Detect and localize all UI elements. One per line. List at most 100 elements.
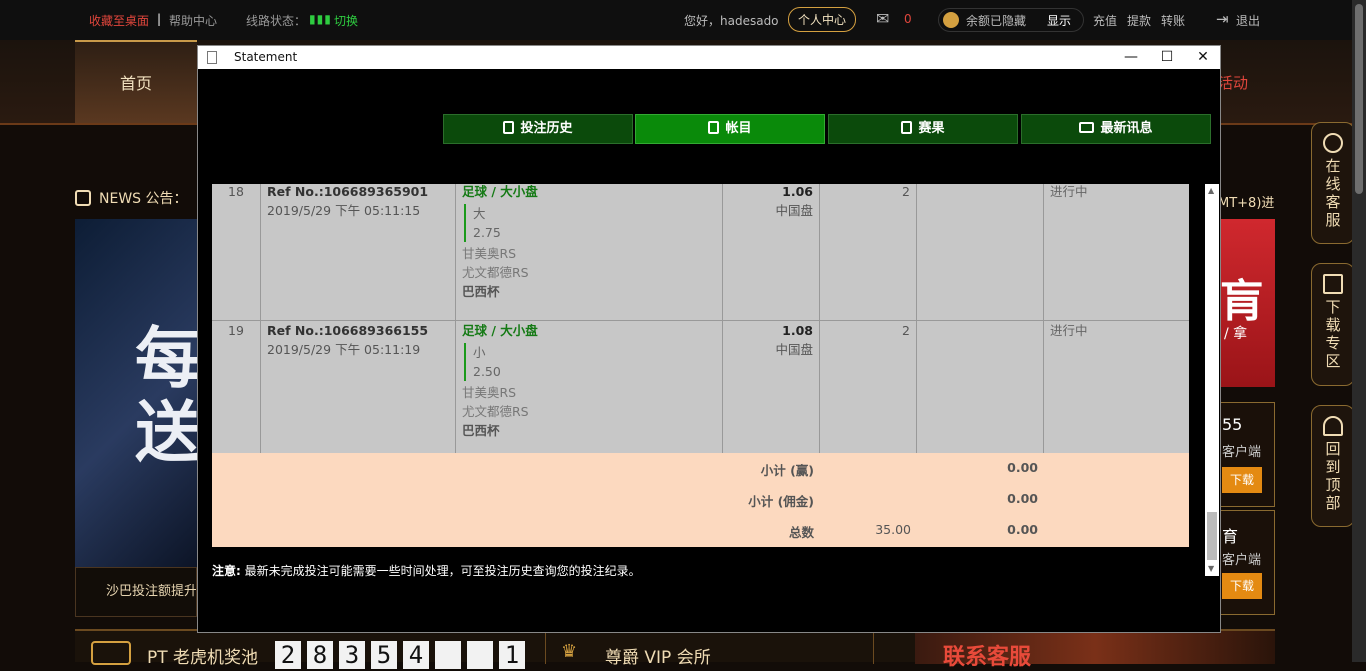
jackpot-digit: 3 [339, 641, 365, 669]
download-button-1[interactable]: 下载 [1222, 467, 1262, 493]
line-status-label: 线路状态： [246, 14, 307, 28]
statement-scrollbar-thumb[interactable] [1207, 512, 1217, 560]
signal-icon: ▮▮▮ [309, 12, 332, 26]
site-topbar: 收藏至桌面 | 帮助中心 线路状态： ▮▮▮ 切换 您好，hadesado 个人… [0, 0, 1366, 40]
subtotal-commission-row: 小计 (佣金) 0.00 [212, 491, 1189, 511]
tab-label: 赛果 [918, 121, 945, 136]
download-zone-button[interactable]: 下载专区 [1311, 263, 1355, 386]
notice: 注意: 最新未完成投注可能需要一些时间处理，可至投注历史查询您的投注纪录。 [212, 562, 641, 579]
deposit-link[interactable]: 充值 [1093, 12, 1117, 29]
download-button-2[interactable]: 下载 [1222, 573, 1262, 599]
switch-link[interactable]: 切换 [334, 12, 358, 29]
crown-icon: ♛ [561, 641, 578, 662]
back-to-top-button[interactable]: 回到顶部 [1311, 405, 1355, 527]
client-box-1-title: 55 [1222, 415, 1243, 434]
envelope-icon [1079, 122, 1095, 133]
odds-type: 中国盘 [775, 342, 813, 357]
ledger-icon [708, 121, 720, 134]
bet-status: 进行中 [1050, 184, 1088, 199]
away-team: 尤文都德RS [462, 265, 529, 280]
window-title: Statement [234, 50, 298, 64]
selection: 大 [473, 206, 486, 221]
total-stake: 35.00 [875, 522, 911, 537]
summary-section: 小计 (赢) 0.00 小计 (佣金) 0.00 总数 35.00 0.00 [212, 453, 1189, 547]
logout-icon[interactable]: ⇥ [1216, 10, 1229, 28]
stake: 2 [820, 321, 917, 460]
league: 巴西杯 [462, 423, 500, 438]
scoreboard-icon [901, 121, 913, 134]
row-number: 19 [212, 321, 261, 460]
odds-type: 中国盘 [775, 203, 813, 218]
client-box-1-sub: 客户端 [1222, 445, 1262, 460]
statement-window: Statement — ☐ ✕ 投注历史 帐目 赛果 最新讯息 18 Ref N… [197, 45, 1221, 633]
banner-caption[interactable]: 沙巴投注额提升 [75, 567, 197, 617]
close-button[interactable]: ✕ [1188, 47, 1218, 67]
document-icon [207, 51, 217, 64]
jackpot-digit: 8 [307, 641, 333, 669]
tab-latest-news[interactable]: 最新讯息 [1021, 114, 1211, 144]
jackpot-digit: 2 [275, 641, 301, 669]
help-link[interactable]: 帮助中心 [169, 12, 217, 29]
tab-bet-history[interactable]: 投注历史 [443, 114, 633, 144]
statement-scrollbar[interactable]: ▲ ▼ [1205, 184, 1219, 576]
jackpot-digit [467, 641, 493, 669]
away-team: 尤文都德RS [462, 404, 529, 419]
mail-icon[interactable]: ✉ [876, 9, 889, 28]
handicap-line: 2.75 [473, 225, 501, 240]
ref-number: Ref No.:106689365901 [267, 184, 429, 199]
rocket-icon [1323, 416, 1343, 436]
row-number: 18 [212, 184, 261, 321]
promo-banner[interactable]: 每 送 [75, 219, 201, 567]
scroll-down-arrow[interactable]: ▼ [1208, 564, 1214, 573]
show-balance-button[interactable]: 显示 [1047, 12, 1071, 29]
handicap-line: 2.50 [473, 364, 501, 379]
right-promo-sub: / 拿 [1224, 326, 1248, 342]
ref-number: Ref No.:106689366155 [267, 323, 429, 338]
win-loss [917, 184, 1044, 321]
odds-value: 1.06 [782, 184, 813, 199]
withdraw-link[interactable]: 提款 [1127, 12, 1151, 29]
client-box-2-sub: 客户端 [1222, 553, 1262, 568]
balance-hidden: 余额已隐藏 [966, 14, 1027, 28]
message-count: 0 [904, 12, 912, 26]
home-team: 甘美奥RS [462, 246, 517, 261]
news-title: NEWS 公告： [99, 191, 188, 207]
personal-center-button[interactable]: 个人中心 [788, 7, 857, 32]
nav-activity[interactable]: 活动 [1218, 72, 1248, 93]
logout-link[interactable]: 退出 [1236, 12, 1260, 29]
league: 巴西杯 [462, 284, 500, 299]
news-label: NEWS 公告： [75, 186, 205, 212]
contact-banner-text: 联系客服 [943, 645, 1032, 670]
right-promo[interactable]: 肓 / 拿 [1218, 219, 1275, 387]
jackpot-digit: 4 [403, 641, 429, 669]
client-box-1: 55 客户端 下载 [1218, 402, 1275, 507]
tab-statement[interactable]: 帐目 [635, 114, 825, 144]
vip-club-label[interactable]: 尊爵 VIP 会所 [605, 643, 711, 668]
notice-label: 注意: [212, 564, 241, 578]
nav-home[interactable]: 首页 [75, 40, 197, 123]
window-titlebar[interactable]: Statement — ☐ ✕ [198, 46, 1220, 69]
headset-icon [1323, 133, 1343, 153]
transfer-link[interactable]: 转账 [1161, 12, 1185, 29]
page-scrollbar-thumb[interactable] [1355, 4, 1363, 194]
tab-results[interactable]: 赛果 [828, 114, 1018, 144]
greeting: 您好，hadesado [684, 14, 779, 28]
pt-jackpot-label: PT 老虎机奖池 [147, 648, 259, 668]
total-label: 总数 [788, 525, 814, 540]
home-team: 甘美奥RS [462, 385, 517, 400]
divider [545, 631, 546, 664]
subtotal-win-row: 小计 (赢) 0.00 [212, 460, 1189, 480]
bookmark-link[interactable]: 收藏至桌面 [89, 12, 149, 29]
scroll-up-arrow[interactable]: ▲ [1208, 186, 1214, 195]
subtotal-commission-value: 0.00 [1007, 491, 1038, 506]
bet-time: 2019/5/29 下午 05:11:19 [267, 342, 421, 357]
separator: | [157, 12, 162, 26]
jackpot-digit: 1 [499, 641, 525, 669]
minimize-button[interactable]: — [1116, 47, 1146, 67]
online-service-button[interactable]: 在线客服 [1311, 122, 1355, 244]
jackpot-digit [435, 641, 461, 669]
maximize-button[interactable]: ☐ [1152, 47, 1182, 67]
banner-char-2: 送 [135, 393, 201, 471]
right-promo-char: 肓 [1220, 276, 1264, 327]
page-scrollbar[interactable] [1352, 0, 1366, 662]
